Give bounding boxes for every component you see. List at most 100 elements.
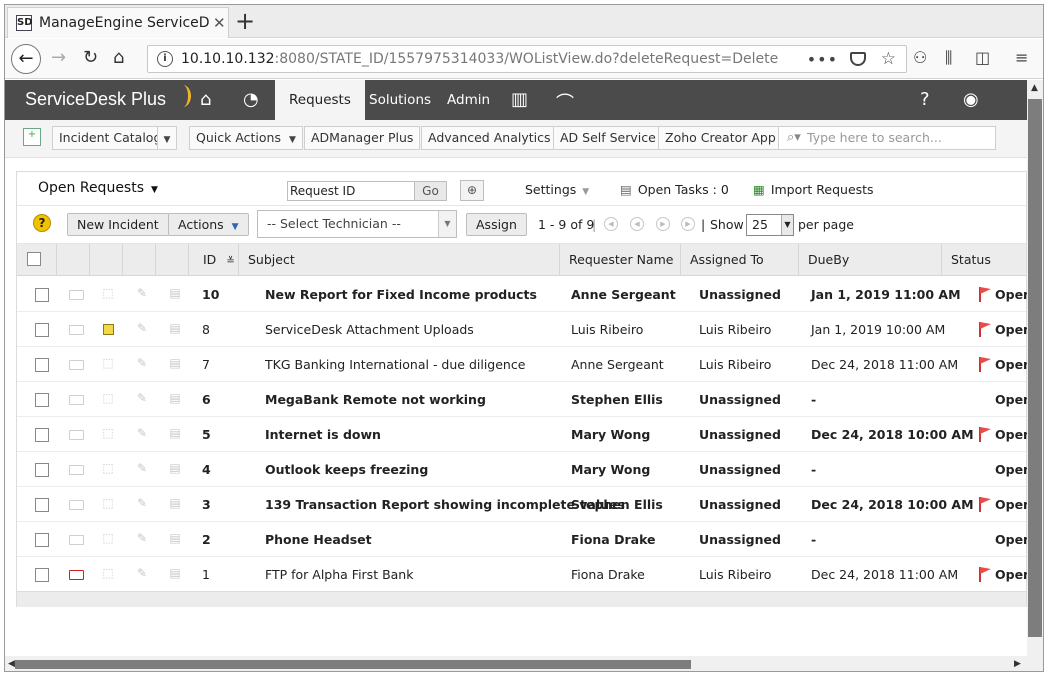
table-row[interactable]: ✎ ▤ 8 ServiceDesk Attachment Uploads Luis Ri… bbox=[17, 312, 1032, 347]
edit-icon[interactable]: ✎ bbox=[135, 287, 149, 300]
cell-id[interactable]: 8 bbox=[202, 312, 210, 347]
scroll-right-icon[interactable]: ▶ bbox=[1014, 659, 1021, 669]
column-requester[interactable]: Requester Name bbox=[560, 244, 681, 276]
add-note-icon[interactable]: ⬚ bbox=[101, 497, 115, 510]
select-all-checkbox[interactable] bbox=[27, 252, 41, 266]
edit-icon[interactable]: ✎ bbox=[135, 462, 149, 475]
assign-button[interactable]: Assign bbox=[466, 213, 527, 236]
row-checkbox[interactable] bbox=[35, 393, 49, 407]
cell-subject[interactable]: New Report for Fixed Income products bbox=[265, 277, 537, 312]
column-id[interactable]: ID ≚ bbox=[189, 244, 239, 276]
mail-icon[interactable] bbox=[69, 430, 84, 440]
help-icon[interactable]: ? bbox=[33, 214, 51, 232]
settings-menu[interactable]: Settings ▼ bbox=[525, 182, 589, 197]
row-checkbox[interactable] bbox=[35, 568, 49, 582]
add-note-icon[interactable]: ⬚ bbox=[101, 392, 115, 405]
cell-id[interactable]: 1 bbox=[202, 557, 210, 592]
admanager-plus-button[interactable]: ADManager Plus bbox=[304, 126, 421, 150]
scroll-up-icon[interactable]: ▲ bbox=[1031, 83, 1038, 93]
url-bar[interactable]: i 10.10.10.132:8080/STATE_ID/15579753140… bbox=[147, 45, 907, 73]
mail-icon[interactable] bbox=[69, 290, 84, 300]
row-checkbox[interactable] bbox=[35, 533, 49, 547]
add-note-icon[interactable]: ⬚ bbox=[101, 287, 115, 300]
go-button[interactable]: Go bbox=[414, 182, 446, 200]
edit-icon[interactable]: ✎ bbox=[135, 497, 149, 510]
row-checkbox[interactable] bbox=[35, 428, 49, 442]
help-icon[interactable]: ? bbox=[920, 89, 930, 110]
home-icon[interactable]: ⌂ bbox=[113, 46, 124, 70]
request-id-input[interactable]: Request ID bbox=[290, 182, 355, 200]
back-icon[interactable]: ← bbox=[11, 44, 41, 74]
prev-page-icon[interactable]: ◀ bbox=[630, 217, 644, 231]
table-row[interactable]: ⬚ ✎ ▤ 10 New Report for Fixed Income product… bbox=[17, 277, 1032, 312]
global-search-input[interactable]: ⌕▾ Type here to search... bbox=[778, 126, 996, 150]
first-page-icon[interactable]: ◀ bbox=[604, 217, 618, 231]
per-page-select[interactable]: 25 ▼ bbox=[746, 214, 794, 236]
edit-icon[interactable]: ✎ bbox=[135, 567, 149, 580]
edit-icon[interactable]: ✎ bbox=[135, 532, 149, 545]
edit-icon[interactable]: ✎ bbox=[135, 357, 149, 370]
cell-subject[interactable]: ServiceDesk Attachment Uploads bbox=[265, 312, 474, 347]
cell-subject[interactable]: FTP for Alpha First Bank bbox=[265, 557, 413, 592]
cell-id[interactable]: 3 bbox=[202, 487, 211, 522]
mail-icon[interactable] bbox=[69, 570, 84, 580]
new-incident-button[interactable]: New Incident bbox=[67, 213, 169, 236]
cell-id[interactable]: 7 bbox=[202, 347, 210, 382]
cell-id[interactable]: 6 bbox=[202, 382, 211, 417]
print-icon[interactable]: ▤ bbox=[168, 462, 182, 475]
quick-actions-button[interactable]: Quick Actions ▼ bbox=[189, 126, 303, 150]
open-tasks-link[interactable]: ▤ Open Tasks : 0 bbox=[620, 182, 729, 197]
reports-icon[interactable]: ▥ bbox=[511, 89, 528, 110]
edit-icon[interactable]: ✎ bbox=[135, 427, 149, 440]
mail-icon[interactable] bbox=[69, 535, 84, 545]
mail-icon[interactable] bbox=[69, 325, 84, 335]
print-icon[interactable]: ▤ bbox=[168, 427, 182, 440]
table-row[interactable]: ⬚ ✎ ▤ 7 TKG Banking International - due dili… bbox=[17, 347, 1032, 382]
cell-id[interactable]: 4 bbox=[202, 452, 211, 487]
row-checkbox[interactable] bbox=[35, 463, 49, 477]
print-icon[interactable]: ▤ bbox=[168, 497, 182, 510]
edit-icon[interactable]: ✎ bbox=[135, 392, 149, 405]
cell-subject[interactable]: Internet is down bbox=[265, 417, 381, 452]
import-requests-link[interactable]: ▦ Import Requests bbox=[753, 182, 874, 197]
view-selector[interactable]: Open Requests ▼ bbox=[38, 180, 158, 196]
menu-requests[interactable]: Requests bbox=[275, 80, 365, 120]
add-note-icon[interactable]: ⬚ bbox=[101, 357, 115, 370]
library-icon[interactable]: ⫼ bbox=[945, 48, 952, 68]
close-tab-icon[interactable]: ✕ bbox=[213, 14, 226, 32]
cell-id[interactable]: 5 bbox=[202, 417, 211, 452]
cell-subject[interactable]: Outlook keeps freezing bbox=[265, 452, 428, 487]
column-subject[interactable]: Subject bbox=[239, 244, 560, 276]
table-row[interactable]: ⬚ ✎ ▤ 1 FTP for Alpha First Bank Fiona Drake L… bbox=[17, 557, 1032, 592]
column-dueby[interactable]: DueBy bbox=[799, 244, 942, 276]
column-assigned-to[interactable]: Assigned To bbox=[681, 244, 799, 276]
browser-tab[interactable]: SD ManageEngine ServiceDesk ✕ bbox=[7, 7, 229, 38]
actions-button[interactable]: Actions ▼ bbox=[168, 213, 249, 236]
scroll-left-icon[interactable]: ◀ bbox=[8, 659, 15, 669]
new-tab-icon[interactable]: + bbox=[235, 8, 255, 34]
print-icon[interactable]: ▤ bbox=[168, 392, 182, 405]
pocket-icon[interactable] bbox=[850, 52, 866, 66]
add-note-icon[interactable]: ⬚ bbox=[101, 427, 115, 440]
table-row[interactable]: ⬚ ✎ ▤ 3 139 Transaction Report showing incom… bbox=[17, 487, 1032, 522]
row-checkbox[interactable] bbox=[35, 498, 49, 512]
request-id-search[interactable]: Request ID Go bbox=[287, 181, 447, 201]
menu-solutions[interactable]: Solutions bbox=[355, 80, 445, 120]
row-checkbox[interactable] bbox=[35, 323, 49, 337]
add-note-icon[interactable]: ⬚ bbox=[101, 567, 115, 580]
add-note-icon[interactable]: ⬚ bbox=[101, 532, 115, 545]
row-checkbox[interactable] bbox=[35, 288, 49, 302]
new-request-icon[interactable]: + bbox=[23, 128, 41, 146]
cell-id[interactable]: 2 bbox=[202, 522, 211, 557]
sidebar-icon[interactable]: ◫ bbox=[975, 48, 990, 67]
mail-icon[interactable] bbox=[69, 395, 84, 405]
dashboard-icon[interactable]: ◔ bbox=[243, 89, 259, 110]
menu-icon[interactable]: ≡ bbox=[1015, 48, 1028, 67]
print-icon[interactable]: ▤ bbox=[168, 567, 182, 580]
extension-icon[interactable]: ⚇ bbox=[913, 48, 927, 67]
user-profile-icon[interactable]: ◉ bbox=[963, 89, 979, 110]
cell-subject[interactable]: MegaBank Remote not working bbox=[265, 382, 486, 417]
print-icon[interactable]: ▤ bbox=[168, 322, 182, 335]
table-row[interactable]: ⬚ ✎ ▤ 6 MegaBank Remote not working Stephen E… bbox=[17, 382, 1032, 417]
print-icon[interactable]: ▤ bbox=[168, 532, 182, 545]
